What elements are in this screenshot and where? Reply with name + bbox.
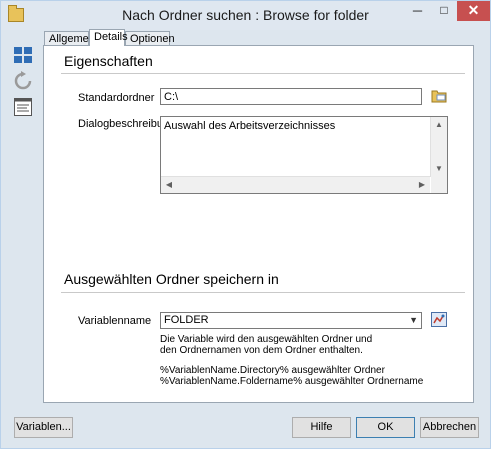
tab-allgemein[interactable]: Allgemein <box>44 31 97 45</box>
default-folder-label: Standardordner <box>78 92 155 104</box>
divider <box>61 73 465 74</box>
scroll-down-arrow-icon[interactable]: ▼ <box>431 161 447 177</box>
vertical-scrollbar[interactable]: ▲ ▼ <box>430 117 447 177</box>
refresh-icon[interactable] <box>13 71 33 91</box>
tab-optionen[interactable]: Optionen <box>125 31 175 45</box>
maximize-button[interactable]: □ <box>431 1 457 21</box>
info-line: den Ordnernamen von dem Ordner enthalten… <box>160 345 363 356</box>
description-textarea[interactable]: Auswahl des Arbeitsverzeichnisses ▲ ▼ ◀ … <box>160 116 448 194</box>
scroll-left-arrow-icon[interactable]: ◀ <box>161 177 177 193</box>
tab-details[interactable]: Details <box>89 29 128 46</box>
chevron-down-icon[interactable]: ▼ <box>409 313 418 328</box>
divider <box>61 292 465 293</box>
properties-heading: Eigenschaften <box>64 53 153 69</box>
variable-picker-icon[interactable] <box>431 312 447 327</box>
scroll-up-arrow-icon[interactable]: ▲ <box>431 117 447 133</box>
minimize-button[interactable]: ─ <box>404 1 431 21</box>
cancel-button[interactable]: Abbrechen <box>420 417 479 438</box>
horizontal-scrollbar[interactable]: ◀ ▶ <box>161 176 430 193</box>
scroll-corner <box>431 177 447 193</box>
properties-icon[interactable] <box>13 97 33 117</box>
windows-tiles-icon[interactable] <box>13 45 33 65</box>
browse-folder-icon[interactable] <box>431 88 447 103</box>
details-panel: Eigenschaften Standardordner C:\ Dialogb… <box>43 45 474 403</box>
info-line: %VariablenName.Directory% ausgewählter O… <box>160 365 385 376</box>
info-line: Die Variable wird den ausgewählten Ordne… <box>160 334 373 345</box>
title-bar[interactable]: Nach Ordner suchen : Browse for folder ─… <box>1 1 490 30</box>
default-folder-field[interactable]: C:\ <box>160 88 422 105</box>
sidebar <box>8 41 38 121</box>
info-line: %VariablenName.Foldername% ausgewählter … <box>160 376 424 387</box>
help-button[interactable]: Hilfe <box>292 417 351 438</box>
variable-name-label: Variablenname <box>78 315 152 327</box>
save-heading: Ausgewählten Ordner speichern in <box>64 271 279 287</box>
close-button[interactable]: ✕ <box>457 1 490 21</box>
variable-name-value: FOLDER <box>164 314 209 326</box>
ok-button[interactable]: OK <box>356 417 415 438</box>
variables-button[interactable]: Variablen... <box>14 417 73 438</box>
description-text: Auswahl des Arbeitsverzeichnisses <box>164 120 336 132</box>
scroll-right-arrow-icon[interactable]: ▶ <box>414 177 430 193</box>
variable-name-select[interactable]: FOLDER ▼ <box>160 312 422 329</box>
dialog-window: Nach Ordner suchen : Browse for folder ─… <box>0 0 491 449</box>
